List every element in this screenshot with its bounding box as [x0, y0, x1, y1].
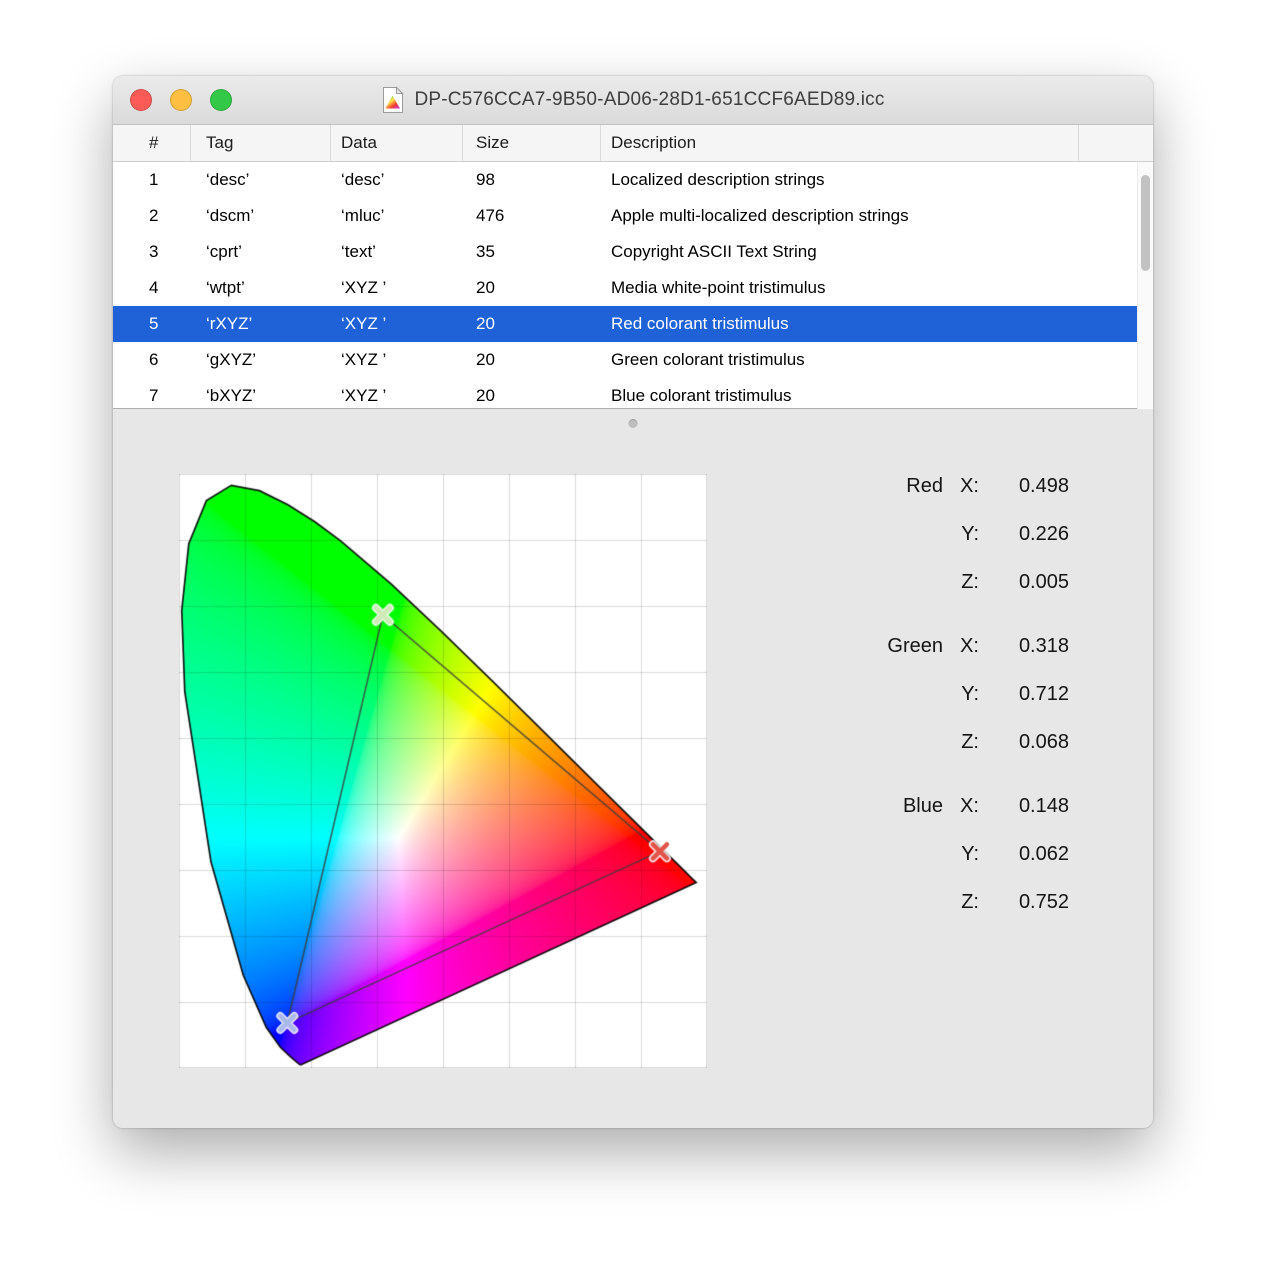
axis-value: 0.318 [1018, 634, 1069, 657]
cell-number: 7 [149, 386, 159, 405]
cell-number: 5 [149, 314, 159, 333]
cell-tag: ‘desc’ [206, 170, 250, 189]
splitter-handle[interactable] [628, 419, 638, 428]
cell-number: 3 [149, 242, 159, 261]
cell-data: ‘XYZ ’ [341, 350, 387, 369]
primary-name: Blue [902, 794, 943, 817]
detail-panel: Red X: 0.498 Y: 0.226 Z: 0.005 Green X: … [113, 410, 1153, 1128]
cell-data: ‘text’ [341, 242, 376, 261]
axis-label: Z: [961, 890, 979, 913]
cell-number: 1 [149, 170, 159, 189]
primary-name: Red [906, 474, 943, 497]
profile-document-icon [381, 86, 405, 114]
cell-tag: ‘rXYZ’ [206, 314, 253, 333]
axis-label: Y: [961, 522, 979, 545]
table-header: # Tag Data Size Description [113, 125, 1153, 162]
tag-table: 1 ‘desc’ ‘desc’ 98 Localized description… [113, 162, 1153, 409]
cell-number: 6 [149, 350, 159, 369]
cell-tag: ‘wtpt’ [206, 278, 245, 297]
cell-description: Media white-point tristimulus [611, 278, 826, 297]
axis-label: Z: [961, 730, 979, 753]
table-row[interactable]: 2 ‘dscm’ ‘mluc’ 476 Apple multi-localize… [113, 198, 1153, 234]
cell-data: ‘XYZ ’ [341, 386, 387, 405]
table-row[interactable]: 1 ‘desc’ ‘desc’ 98 Localized description… [113, 162, 1153, 198]
cell-tag: ‘bXYZ’ [206, 386, 257, 405]
close-button[interactable] [130, 89, 152, 111]
axis-label: Y: [961, 682, 979, 705]
cell-data: ‘XYZ ’ [341, 278, 387, 297]
cell-description: Blue colorant tristimulus [611, 386, 792, 405]
primary-group-blue: Blue X: 0.148 Y: 0.062 Z: 0.752 [803, 782, 1069, 926]
axis-value: 0.148 [1018, 794, 1069, 817]
cell-data: ‘mluc’ [341, 206, 385, 225]
cell-description: Copyright ASCII Text String [611, 242, 817, 261]
column-header-data[interactable]: Data [331, 125, 463, 161]
axis-value: 0.226 [1018, 522, 1069, 545]
axis-label: X: [960, 794, 979, 817]
cell-description: Apple multi-localized description string… [611, 206, 909, 225]
axis-value: 0.068 [1018, 730, 1069, 753]
cell-size: 20 [476, 314, 495, 333]
primary-group-green: Green X: 0.318 Y: 0.712 Z: 0.068 [803, 622, 1069, 766]
title-group: DP-C576CCA7-9B50-AD06-28D1-651CCF6AED89.… [381, 86, 884, 114]
cell-description: Red colorant tristimulus [611, 314, 789, 333]
zoom-button[interactable] [210, 89, 232, 111]
cell-size: 476 [476, 206, 505, 225]
chromaticity-plot [179, 474, 707, 1068]
cell-size: 98 [476, 170, 495, 189]
scrollbar-track[interactable] [1137, 162, 1153, 409]
table-row[interactable]: 6 ‘gXYZ’ ‘XYZ ’ 20 Green colorant tristi… [113, 342, 1153, 378]
cell-tag: ‘dscm’ [206, 206, 255, 225]
cell-tag: ‘gXYZ’ [206, 350, 257, 369]
titlebar[interactable]: DP-C576CCA7-9B50-AD06-28D1-651CCF6AED89.… [113, 76, 1153, 125]
cell-size: 20 [476, 386, 495, 405]
cell-size: 35 [476, 242, 495, 261]
cell-tag: ‘cprt’ [206, 242, 242, 261]
cell-data: ‘XYZ ’ [341, 314, 387, 333]
primary-group-red: Red X: 0.498 Y: 0.226 Z: 0.005 [803, 462, 1069, 606]
cell-number: 2 [149, 206, 159, 225]
axis-label: Y: [961, 842, 979, 865]
axis-value: 0.752 [1018, 890, 1069, 913]
axis-label: X: [960, 474, 979, 497]
cell-size: 20 [476, 350, 495, 369]
cell-description: Green colorant tristimulus [611, 350, 805, 369]
minimize-button[interactable] [170, 89, 192, 111]
primary-name: Green [887, 634, 943, 657]
column-header-description[interactable]: Description [601, 125, 1079, 161]
cell-description: Localized description strings [611, 170, 825, 189]
column-header-tag[interactable]: Tag [191, 125, 331, 161]
axis-value: 0.062 [1018, 842, 1069, 865]
axis-value: 0.005 [1018, 570, 1069, 593]
axis-value: 0.498 [1018, 474, 1069, 497]
tristimulus-values: Red X: 0.498 Y: 0.226 Z: 0.005 Green X: … [803, 462, 1069, 926]
cell-size: 20 [476, 278, 495, 297]
axis-label: X: [960, 634, 979, 657]
window-title: DP-C576CCA7-9B50-AD06-28D1-651CCF6AED89.… [414, 89, 885, 110]
scrollbar-thumb[interactable] [1141, 175, 1150, 271]
table-row[interactable]: 4 ‘wtpt’ ‘XYZ ’ 20 Media white-point tri… [113, 270, 1153, 306]
column-header-size[interactable]: Size [463, 125, 601, 161]
window-controls [130, 89, 232, 111]
table-row[interactable]: 3 ‘cprt’ ‘text’ 35 Copyright ASCII Text … [113, 234, 1153, 270]
column-header-number[interactable]: # [113, 125, 191, 161]
column-header-filler [1079, 125, 1153, 161]
table-row[interactable]: 7 ‘bXYZ’ ‘XYZ ’ 20 Blue colorant tristim… [113, 378, 1153, 408]
cell-number: 4 [149, 278, 159, 297]
colorsync-profile-window: DP-C576CCA7-9B50-AD06-28D1-651CCF6AED89.… [113, 76, 1153, 1128]
axis-value: 0.712 [1018, 682, 1069, 705]
table-row-selected[interactable]: 5 ‘rXYZ’ ‘XYZ ’ 20 Red colorant tristimu… [113, 306, 1153, 342]
cell-data: ‘desc’ [341, 170, 385, 189]
chromaticity-diagram-canvas [179, 474, 707, 1068]
axis-label: Z: [961, 570, 979, 593]
